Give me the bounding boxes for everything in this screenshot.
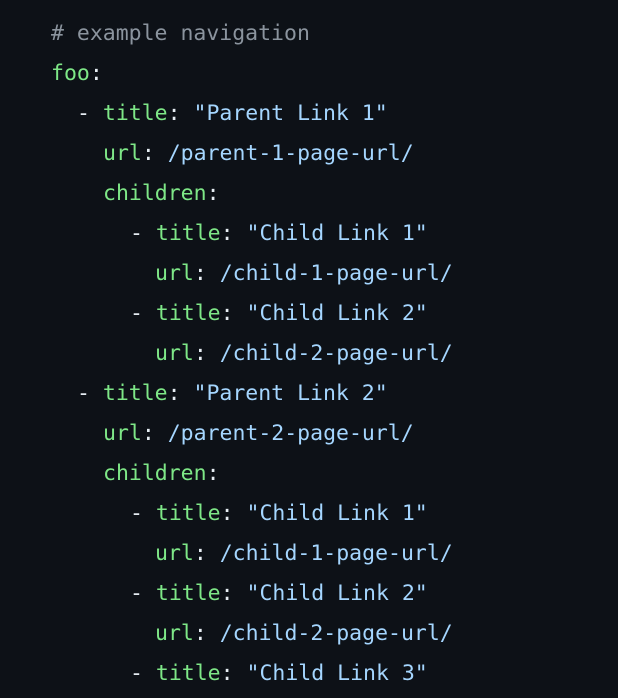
child-url-value: /child-1-page-url/: [219, 541, 453, 566]
child-title-value: "Child Link 3": [246, 661, 428, 686]
child-title-value: "Child Link 1": [246, 501, 428, 526]
url-key: url: [155, 261, 194, 286]
separator: :: [141, 421, 168, 446]
separator: :: [220, 581, 247, 606]
separator: :: [167, 101, 194, 126]
title-key: title: [102, 101, 168, 126]
code-line-parent-2-child-1-url: url: /child-1-page-url/: [0, 534, 618, 574]
parent-1-url-value: /parent-1-page-url/: [167, 141, 414, 166]
title-key: title: [102, 381, 168, 406]
parent-2-title-value: "Parent Link 2": [193, 381, 388, 406]
separator: :: [220, 661, 247, 686]
colon: :: [89, 61, 103, 86]
separator: :: [220, 301, 247, 326]
comment-text: # example navigation: [51, 21, 310, 46]
url-key: url: [155, 621, 194, 646]
list-dash: -: [77, 381, 103, 406]
code-line-parent-1-child-2-title: - title: "Child Link 2": [0, 294, 618, 334]
root-key: foo: [51, 61, 90, 86]
child-url-value: /child-2-page-url/: [219, 341, 453, 366]
separator: :: [193, 261, 220, 286]
title-key: title: [155, 661, 221, 686]
child-title-value: "Child Link 1": [246, 221, 428, 246]
separator: :: [193, 621, 220, 646]
url-key: url: [103, 141, 142, 166]
parent-1-title-value: "Parent Link 1": [193, 101, 388, 126]
separator: :: [141, 141, 168, 166]
list-dash: -: [130, 501, 156, 526]
code-block: # example navigation foo: - title: "Pare…: [0, 0, 618, 698]
parent-2-url-value: /parent-2-page-url/: [167, 421, 414, 446]
title-key: title: [155, 301, 221, 326]
code-line-root: foo:: [0, 54, 618, 94]
code-line-parent-1-title: - title: "Parent Link 1": [0, 94, 618, 134]
separator: :: [167, 381, 194, 406]
title-key: title: [155, 501, 221, 526]
list-dash: -: [130, 581, 156, 606]
child-title-value: "Child Link 2": [246, 301, 428, 326]
children-key: children: [103, 181, 207, 206]
separator: :: [220, 501, 247, 526]
list-dash: -: [77, 101, 103, 126]
url-key: url: [103, 421, 142, 446]
separator: :: [220, 221, 247, 246]
child-url-value: /child-1-page-url/: [219, 261, 453, 286]
code-line-parent-2-child-3-title: - title: "Child Link 3": [0, 654, 618, 694]
colon: :: [206, 181, 220, 206]
code-line-parent-1-child-1-title: - title: "Child Link 1": [0, 214, 618, 254]
list-dash: -: [130, 661, 156, 686]
code-line-parent-2-child-1-title: - title: "Child Link 1": [0, 494, 618, 534]
code-line-parent-1-child-1-url: url: /child-1-page-url/: [0, 254, 618, 294]
child-url-value: /child-2-page-url/: [219, 621, 453, 646]
code-line-parent-2-title: - title: "Parent Link 2": [0, 374, 618, 414]
separator: :: [193, 541, 220, 566]
code-line-parent-2-child-2-title: - title: "Child Link 2": [0, 574, 618, 614]
code-line-parent-1-children: children:: [0, 174, 618, 214]
children-key: children: [103, 461, 207, 486]
code-line-parent-2-children: children:: [0, 454, 618, 494]
list-dash: -: [130, 221, 156, 246]
code-line-comment: # example navigation: [0, 14, 618, 54]
code-line-parent-2-child-2-url: url: /child-2-page-url/: [0, 614, 618, 654]
title-key: title: [155, 581, 221, 606]
url-key: url: [155, 341, 194, 366]
colon: :: [206, 461, 220, 486]
code-line-parent-1-url: url: /parent-1-page-url/: [0, 134, 618, 174]
child-title-value: "Child Link 2": [246, 581, 428, 606]
code-line-parent-2-url: url: /parent-2-page-url/: [0, 414, 618, 454]
separator: :: [193, 341, 220, 366]
title-key: title: [155, 221, 221, 246]
list-dash: -: [130, 301, 156, 326]
url-key: url: [155, 541, 194, 566]
code-line-parent-1-child-2-url: url: /child-2-page-url/: [0, 334, 618, 374]
